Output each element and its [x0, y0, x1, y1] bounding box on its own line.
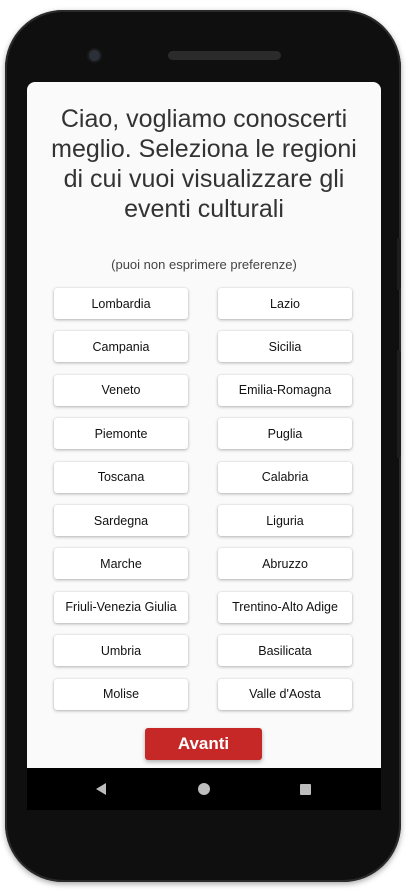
region-button[interactable]: Friuli-Venezia Giulia — [54, 591, 188, 623]
app-screen: Ciao, vogliamo conoscerti meglio. Selezi… — [27, 82, 381, 768]
region-button[interactable]: Puglia — [218, 418, 352, 450]
region-button[interactable]: Marche — [54, 548, 188, 580]
volume-button — [397, 350, 401, 458]
front-camera — [89, 50, 100, 61]
region-button[interactable]: Piemonte — [54, 418, 188, 450]
region-button[interactable]: Valle d'Aosta — [218, 678, 352, 710]
region-button[interactable]: Basilicata — [218, 635, 352, 667]
android-navbar — [27, 768, 381, 810]
region-button[interactable]: Veneto — [54, 374, 188, 406]
region-button[interactable]: Liguria — [218, 505, 352, 536]
power-button — [397, 238, 401, 290]
region-button[interactable]: Lazio — [218, 288, 352, 319]
region-button[interactable]: Toscana — [54, 461, 188, 493]
home-circle-icon — [198, 783, 210, 795]
next-button[interactable]: Avanti — [145, 728, 262, 760]
recents-square-icon — [299, 783, 311, 795]
nav-recents-button[interactable] — [283, 768, 327, 810]
region-button[interactable]: Lombardia — [54, 288, 188, 319]
page-subtitle: (puoi non esprimere preferenze) — [111, 257, 297, 272]
region-button[interactable]: Molise — [54, 678, 188, 710]
region-button[interactable]: Umbria — [54, 635, 188, 667]
page-title: Ciao, vogliamo conoscerti meglio. Selezi… — [51, 105, 357, 223]
earpiece-speaker — [168, 51, 281, 60]
nav-back-button[interactable] — [79, 768, 123, 810]
nav-home-button[interactable] — [182, 768, 226, 810]
region-button[interactable]: Emilia-Romagna — [218, 374, 352, 406]
region-button[interactable]: Abruzzo — [218, 548, 352, 580]
region-button[interactable]: Trentino-Alto Adige — [218, 591, 352, 623]
region-button[interactable]: Sicilia — [218, 331, 352, 363]
region-button[interactable]: Calabria — [218, 461, 352, 493]
region-button[interactable]: Sardegna — [54, 505, 188, 536]
back-triangle-icon — [96, 783, 106, 795]
region-button[interactable]: Campania — [54, 331, 188, 363]
